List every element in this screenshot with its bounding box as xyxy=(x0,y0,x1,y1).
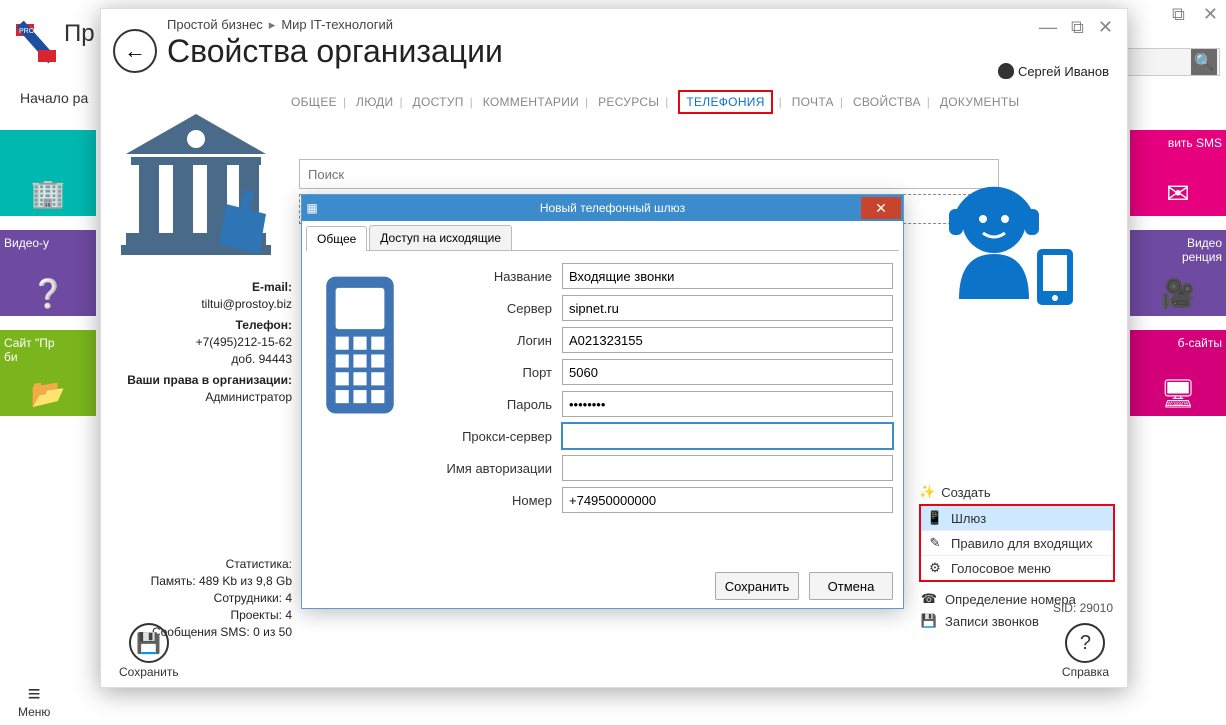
input-password[interactable] xyxy=(562,391,893,417)
input-proxy[interactable] xyxy=(562,423,893,449)
tile[interactable]: вить SMS✉ xyxy=(1130,130,1226,216)
dialog-save-button[interactable]: Сохранить xyxy=(715,572,799,600)
label-login: Логин xyxy=(432,333,562,348)
input-auth[interactable] xyxy=(562,455,893,481)
tab-people[interactable]: ЛЮДИ xyxy=(356,95,393,109)
app-logo: PRO xyxy=(14,20,58,64)
svg-text:PRO: PRO xyxy=(19,28,35,35)
label-password: Пароль xyxy=(432,397,562,412)
breadcrumb[interactable]: Простой бизнес▸Мир IT-технологий xyxy=(167,17,1039,33)
menu-item-gateway[interactable]: 📱 Шлюз xyxy=(921,506,1113,531)
label-number: Номер xyxy=(432,493,562,508)
input-name[interactable] xyxy=(562,263,893,289)
window-controls: — ⧉ ✕ xyxy=(1039,15,1113,38)
tab-access[interactable]: ДОСТУП xyxy=(413,95,464,109)
bottom-menu[interactable]: ≡ Меню xyxy=(18,683,50,719)
bg-search[interactable]: 🔍 xyxy=(1112,48,1220,76)
dialog-cancel-button[interactable]: Отмена xyxy=(809,572,893,600)
label-auth: Имя авторизации xyxy=(432,461,562,476)
tiles-right: вить SMS✉ Видео ренция🎥 б-сайты🖥 xyxy=(1130,130,1226,430)
page-title: Свойства организации xyxy=(167,33,1039,69)
bg-window-controls: ⧉ ✕ xyxy=(1172,4,1218,25)
save-icon: 💾 xyxy=(129,623,169,663)
menu-item-voice-menu[interactable]: ⚙ Голосовое меню xyxy=(921,556,1113,580)
dialog-tab-general[interactable]: Общее xyxy=(306,226,367,251)
monitor-icon: 🖥 xyxy=(1160,377,1196,410)
tiles-left: 🏢 Видео-у❔ Сайт "Пр би📂 xyxy=(0,130,96,430)
input-login[interactable] xyxy=(562,327,893,353)
input-number[interactable] xyxy=(562,487,893,513)
tabs: ОБЩЕЕ| ЛЮДИ| ДОСТУП| КОММЕНТАРИИ| РЕСУРС… xyxy=(291,95,1127,109)
phone-illustration xyxy=(312,263,432,519)
bg-start-label: Начало ра xyxy=(20,90,88,106)
input-server[interactable] xyxy=(562,295,893,321)
create-header: ✨ Создать xyxy=(919,484,1115,500)
org-info: E-mail: tiltui@prostoy.biz Телефон: +7(4… xyxy=(111,279,296,406)
tab-mail[interactable]: ПОЧТА xyxy=(792,95,834,109)
menu-item-rule[interactable]: ✎ Правило для входящих xyxy=(921,531,1113,556)
search-row xyxy=(299,159,999,189)
tile[interactable]: Видео ренция🎥 xyxy=(1130,230,1226,316)
label-port: Порт xyxy=(432,365,562,380)
sparkle-icon: ✨ xyxy=(919,484,935,500)
dialog-tab-outgoing[interactable]: Доступ на исходящие xyxy=(369,225,512,250)
video-icon: 🎥 xyxy=(1161,277,1196,310)
tab-documents[interactable]: ДОКУМЕНТЫ xyxy=(940,95,1020,109)
dialog-form: Название Сервер Логин Порт Пароль Прокси… xyxy=(432,263,893,519)
close-icon[interactable]: ✕ xyxy=(1098,17,1113,38)
tab-general[interactable]: ОБЩЕЕ xyxy=(291,95,337,109)
label-name: Название xyxy=(432,269,562,284)
menu-label: Меню xyxy=(18,705,50,719)
help-icon: ❔ xyxy=(31,277,66,310)
dialog-tabs: Общее Доступ на исходящие xyxy=(306,225,899,251)
tile[interactable]: 🏢 xyxy=(0,130,96,216)
dialog-footer: Сохранить Отмена xyxy=(715,572,893,600)
wand-icon: ✎ xyxy=(927,535,943,551)
tile[interactable]: Сайт "Пр би📂 xyxy=(0,330,96,416)
back-button[interactable]: ← xyxy=(113,29,157,73)
avatar-icon xyxy=(998,63,1014,79)
label-server: Сервер xyxy=(432,301,562,316)
sms-icon: ✉ xyxy=(1166,177,1189,210)
records-icon: 💾 xyxy=(921,613,937,629)
tab-resources[interactable]: РЕСУРСЫ xyxy=(598,95,659,109)
operator-illustration xyxy=(919,159,1115,319)
current-user[interactable]: Сергей Иванов xyxy=(998,63,1109,79)
dialog-close-button[interactable]: ✕ xyxy=(861,197,901,219)
help-icon: ? xyxy=(1065,623,1105,663)
organization-icon xyxy=(111,99,281,269)
tab-comments[interactable]: КОММЕНТАРИИ xyxy=(483,95,579,109)
bg-close-icon[interactable]: ✕ xyxy=(1203,4,1218,25)
footer-help[interactable]: ? Справка xyxy=(1062,623,1109,679)
dialog-app-icon: ▦ xyxy=(302,201,322,215)
left-column: E-mail: tiltui@prostoy.biz Телефон: +7(4… xyxy=(111,99,296,641)
gear-icon: ⚙ xyxy=(927,560,943,576)
sid-label: SID: 29010 xyxy=(1053,601,1113,615)
site-icon: 📂 xyxy=(31,377,66,410)
restore-icon[interactable]: ⧉ xyxy=(1071,17,1084,38)
search-input[interactable] xyxy=(299,159,999,189)
footer-save[interactable]: 💾 Сохранить xyxy=(119,623,179,679)
search-icon[interactable]: 🔍 xyxy=(1191,49,1217,75)
minimize-icon[interactable]: — xyxy=(1039,17,1057,38)
tile[interactable]: б-сайты🖥 xyxy=(1130,330,1226,416)
org-properties-window: ← Простой бизнес▸Мир IT-технологий Свойс… xyxy=(100,8,1128,688)
label-proxy: Прокси-сервер xyxy=(432,429,562,444)
tab-properties[interactable]: СВОЙСТВА xyxy=(853,95,921,109)
bg-restore-icon[interactable]: ⧉ xyxy=(1172,4,1185,25)
gateway-dialog: ▦ Новый телефонный шлюз ✕ Общее Доступ н… xyxy=(301,194,904,609)
create-menu: 📱 Шлюз ✎ Правило для входящих ⚙ Голосово… xyxy=(919,504,1115,582)
dialog-title: Новый телефонный шлюз xyxy=(322,201,903,215)
right-column: ✨ Создать 📱 Шлюз ✎ Правило для входящих … xyxy=(919,159,1115,632)
building-icon: 🏢 xyxy=(31,177,66,210)
input-port[interactable] xyxy=(562,359,893,385)
tab-telephony[interactable]: ТЕЛЕФОНИЯ xyxy=(678,90,772,114)
tile[interactable]: Видео-у❔ xyxy=(0,230,96,316)
gateway-icon: 📱 xyxy=(927,510,943,526)
dialog-titlebar[interactable]: ▦ Новый телефонный шлюз ✕ xyxy=(302,195,903,221)
phone-icon: ☎ xyxy=(921,591,937,607)
menu-icon: ≡ xyxy=(18,683,50,705)
